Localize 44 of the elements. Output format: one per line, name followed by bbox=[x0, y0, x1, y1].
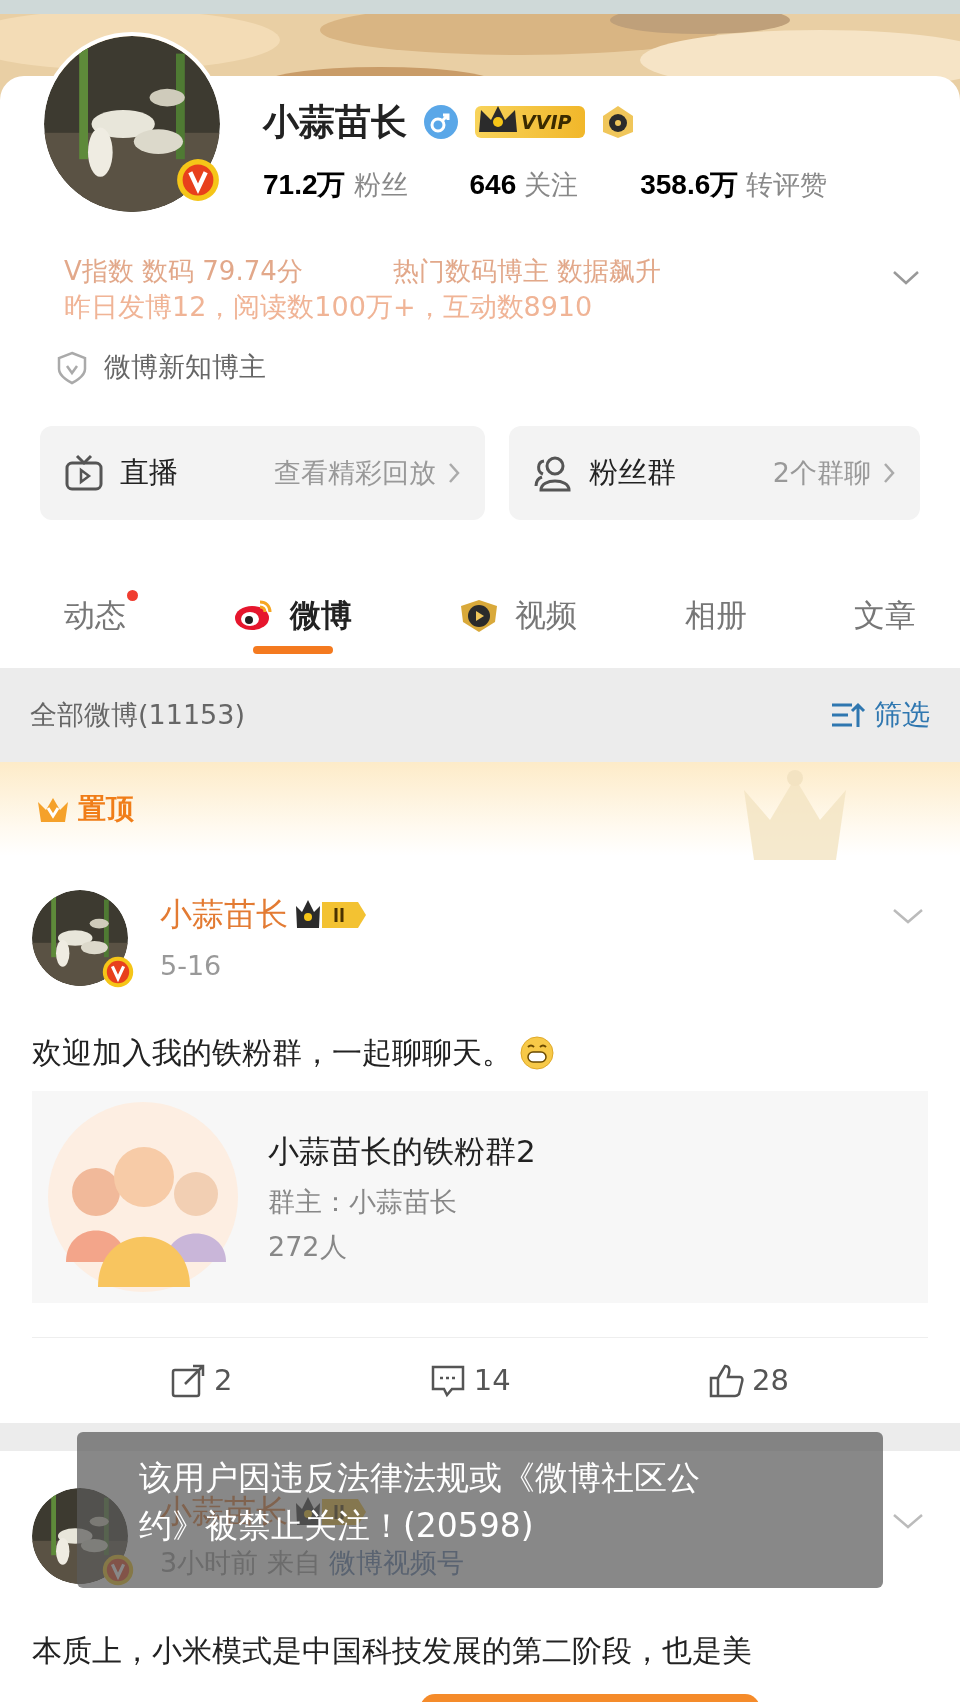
verified-badge-icon bbox=[102, 956, 134, 989]
group-card[interactable]: 小蒜苗长的铁粉群2 群主：小蒜苗长 272人 bbox=[32, 1091, 928, 1304]
stat-button[interactable]: 358.6万 转评赞 bbox=[640, 164, 828, 206]
group-name: 小蒜苗长的铁粉群2 bbox=[268, 1131, 536, 1171]
tv-icon bbox=[64, 453, 104, 492]
pinned-label: 置顶 bbox=[78, 790, 134, 827]
action-button[interactable]: 2 bbox=[165, 1358, 239, 1404]
profile-tab[interactable]: 相册 bbox=[684, 591, 747, 639]
chevron-right-icon bbox=[883, 461, 896, 484]
level-badge-icon bbox=[601, 104, 636, 140]
dropdown-chevron-icon[interactable] bbox=[892, 907, 924, 924]
shortcut-button[interactable]: 直播 查看精彩回放 bbox=[40, 425, 486, 520]
shortcut-button[interactable]: 粉丝群 2个群聊 bbox=[509, 425, 920, 520]
faded-text: V指数 数码 79.74分 bbox=[64, 255, 303, 288]
stat-button[interactable]: 71.2万 粉丝 bbox=[263, 164, 408, 206]
group-owner: 群主：小蒜苗长 bbox=[268, 1185, 458, 1220]
verified-badge-icon bbox=[176, 158, 220, 202]
badge-text: 微博新知博主 bbox=[104, 350, 266, 385]
post-count-label: 全部微博(11153) bbox=[30, 697, 245, 732]
share-icon bbox=[171, 1363, 207, 1398]
faded-text: 热门数码博主 数据飙升 bbox=[392, 255, 661, 288]
username: 小蒜苗长 bbox=[263, 104, 407, 140]
vip-badge: VVIP bbox=[475, 106, 586, 138]
sort-icon bbox=[830, 700, 866, 729]
post-text: 本质上，小米模式是中国科技发展的第二阶段，也是美 bbox=[32, 1631, 752, 1670]
expand-chevron-icon[interactable] bbox=[892, 270, 920, 286]
comment-icon bbox=[430, 1363, 466, 1398]
post-meta: 5-16 bbox=[160, 948, 222, 983]
male-icon bbox=[423, 104, 459, 140]
filter-button[interactable]: 筛选 bbox=[830, 693, 930, 736]
post-text: 欢迎加入我的铁粉群，一起聊聊天。 bbox=[32, 1034, 512, 1073]
thumbs-up-icon bbox=[708, 1363, 744, 1398]
shield-icon bbox=[56, 350, 88, 385]
profile-tab[interactable]: 微博 bbox=[233, 591, 352, 639]
profile-tab[interactable]: 文章 bbox=[854, 591, 916, 639]
action-button[interactable]: 28 bbox=[702, 1358, 795, 1404]
member-count: 272人 bbox=[268, 1229, 348, 1264]
stat-button[interactable]: 646 关注 bbox=[469, 164, 579, 206]
profile-tab[interactable]: 视频 bbox=[459, 591, 577, 639]
dropdown-chevron-icon[interactable] bbox=[892, 1513, 924, 1530]
chevron-right-icon bbox=[448, 461, 462, 484]
summary-text: 昨日发博12，阅读数100万+，互动数8910 bbox=[63, 291, 594, 324]
action-button[interactable]: 14 bbox=[424, 1358, 517, 1404]
profile-tab[interactable]: 动态 bbox=[64, 591, 126, 639]
